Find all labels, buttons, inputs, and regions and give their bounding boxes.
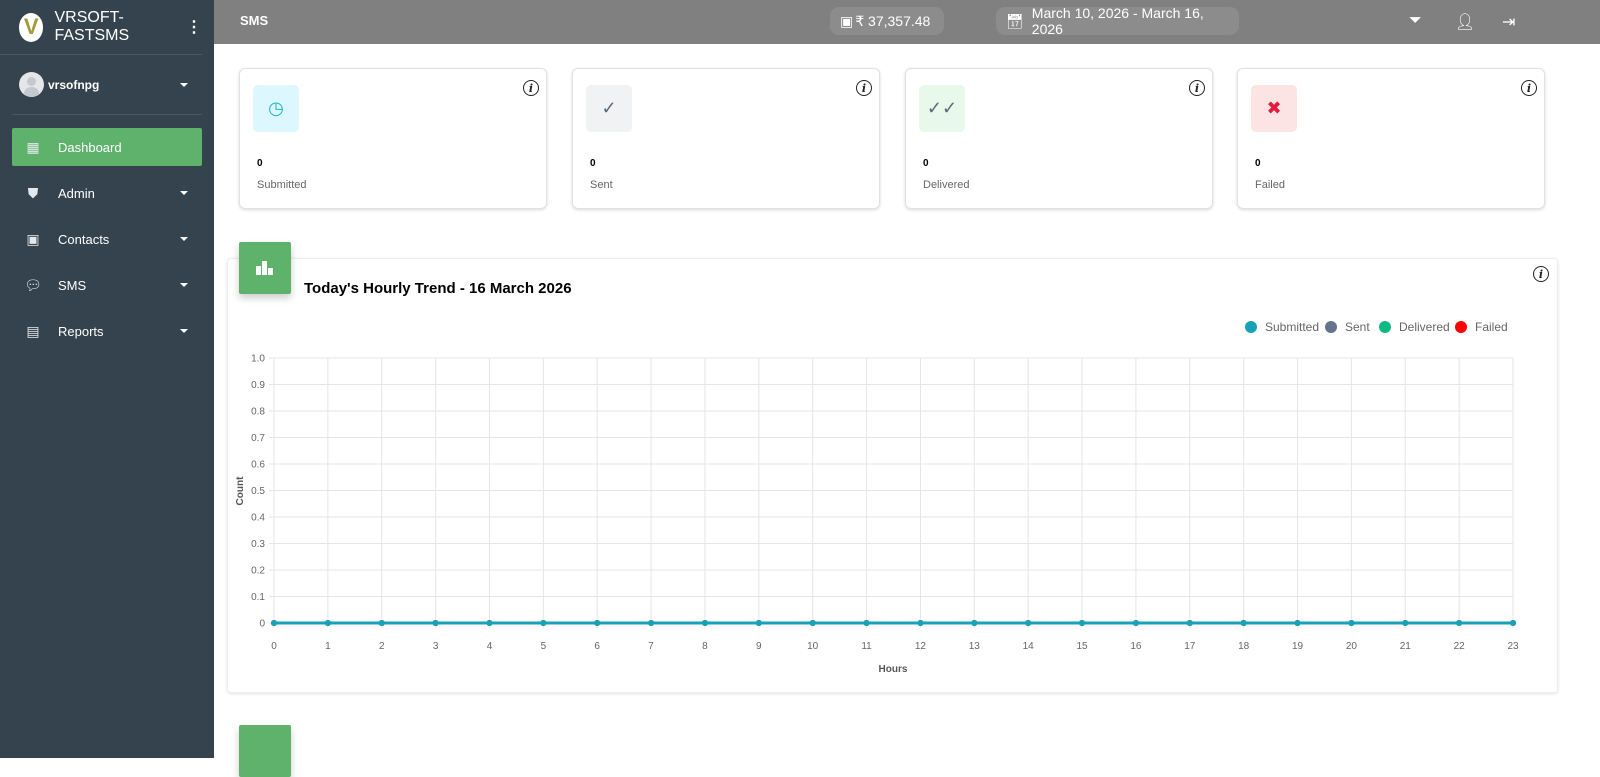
- sidebar-item-label: Reports: [58, 323, 104, 339]
- chevron-down-icon: [180, 329, 188, 333]
- sidebar-item-label: SMS: [58, 277, 87, 293]
- contact-card-icon: ▣: [26, 230, 40, 247]
- stat-value: 0: [257, 158, 263, 169]
- x-circle-icon: ✖: [1251, 85, 1297, 132]
- chevron-down-icon: [180, 237, 188, 241]
- info-icon[interactable]: i: [523, 80, 539, 96]
- stat-value: 0: [923, 158, 929, 169]
- double-check-icon: ✓✓: [919, 85, 965, 132]
- chevron-down-icon: [180, 82, 188, 87]
- avatar: [19, 72, 44, 97]
- info-icon[interactable]: i: [1533, 266, 1549, 282]
- wallet-icon: ▣: [840, 12, 854, 29]
- hourly-trend-card: i: [227, 258, 1558, 693]
- message-icon: 💬︎: [24, 276, 42, 293]
- user-icon[interactable]: 👤︎: [1455, 12, 1475, 32]
- sidebar-item-dashboard[interactable]: ▦ Dashboard: [12, 128, 202, 166]
- brand-logo: V: [19, 12, 44, 42]
- sidebar-item-contacts[interactable]: ▣ Contacts: [12, 220, 202, 258]
- info-icon[interactable]: i: [1189, 80, 1205, 96]
- sidebar-item-sms[interactable]: 💬︎ SMS: [12, 266, 202, 304]
- topbar: SMS ▣ ₹ 37,357.48 📅︎ March 10, 2026 - Marc…: [214, 0, 1600, 44]
- info-icon[interactable]: i: [1521, 80, 1537, 96]
- chevron-down-icon: [180, 283, 188, 287]
- page-title: SMS: [240, 13, 269, 28]
- brand: V VRSOFT-FASTSMS ⋮: [0, 0, 202, 55]
- stat-label: Submitted: [257, 179, 307, 191]
- sidebar-item-label: Contacts: [58, 231, 110, 247]
- stat-value: 0: [590, 158, 596, 169]
- stat-card-sent: ✓ i 0 Sent: [572, 68, 880, 209]
- check-icon: ✓: [586, 85, 632, 132]
- balance-value: ₹ 37,357.48: [855, 12, 931, 29]
- date-range-picker[interactable]: 📅︎ March 10, 2026 - March 16, 2026: [996, 5, 1239, 37]
- stat-label: Failed: [1255, 179, 1285, 191]
- section-icon-box: [239, 725, 291, 777]
- dashboard-icon: ▦: [26, 138, 40, 155]
- clock-icon: ◷: [253, 85, 299, 132]
- stat-card-submitted: ◷ i 0 Submitted: [239, 68, 547, 209]
- info-icon[interactable]: i: [856, 80, 872, 96]
- report-file-icon: ▤: [26, 322, 40, 339]
- chart-title: Today's Hourly Trend - 16 March 2026: [304, 280, 572, 297]
- filter-icon[interactable]: ⏷: [1409, 12, 1422, 30]
- user-menu[interactable]: vrsofnpg: [12, 55, 202, 115]
- brand-name: VRSOFT-FASTSMS: [54, 9, 130, 44]
- sidebar-item-reports[interactable]: ▤ Reports: [12, 312, 202, 350]
- logout-icon[interactable]: ⇥: [1502, 12, 1515, 32]
- stat-card-delivered: ✓✓ i 0 Delivered: [905, 68, 1213, 209]
- stat-card-failed: ✖ i 0 Failed: [1237, 68, 1545, 209]
- username: vrsofnpg: [48, 77, 100, 92]
- stat-value: 0: [1255, 158, 1261, 169]
- chevron-down-icon: [180, 191, 188, 195]
- sidebar-item-label: Dashboard: [58, 139, 122, 155]
- sidebar: V VRSOFT-FASTSMS ⋮ vrsofnpg ▦ Dashboard ⛊…: [0, 0, 214, 758]
- balance-badge: ▣ ₹ 37,357.48: [830, 7, 944, 35]
- sidebar-item-label: Admin: [58, 185, 95, 201]
- calendar-icon: 📅︎: [1006, 12, 1024, 29]
- sidebar-item-admin[interactable]: ⛊ Admin: [12, 174, 202, 212]
- bar-chart-icon: [239, 242, 291, 294]
- shield-user-icon: ⛊: [27, 184, 39, 201]
- stat-label: Delivered: [923, 179, 970, 191]
- stat-label: Sent: [590, 179, 613, 191]
- date-range-value: March 10, 2026 - March 16, 2026: [1031, 5, 1204, 37]
- more-vertical-icon[interactable]: ⋮: [186, 17, 202, 37]
